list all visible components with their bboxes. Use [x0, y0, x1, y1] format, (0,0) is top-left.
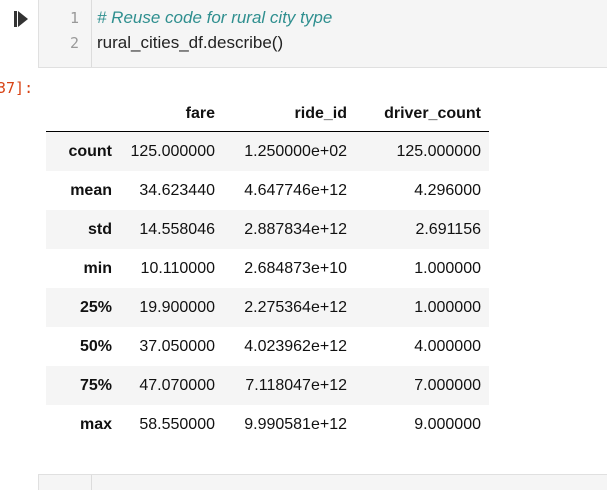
row-index: min [83, 259, 112, 277]
code-cell-editor[interactable]: 1 2 # Reuse code for rural city type rur… [38, 0, 607, 68]
cell-fare: 10.110000 [140, 259, 215, 277]
row-index: 25% [79, 298, 112, 316]
table-row: std 14.558046 2.887834e+12 2.691156 [46, 210, 489, 249]
cell-ride-id: 4.647746e+12 [244, 181, 347, 199]
notebook-view: 1 2 # Reuse code for rural city type rur… [0, 0, 607, 490]
cell-fare: 37.050000 [139, 337, 215, 355]
table-row: 75% 47.070000 7.118047e+12 7.000000 [46, 366, 489, 405]
next-code-cell[interactable] [38, 474, 607, 490]
index-header [46, 96, 120, 132]
column-header-fare: fare [120, 96, 223, 132]
line-number: 1 [69, 9, 79, 27]
table-row: 25% 19.900000 2.275364e+12 1.000000 [46, 288, 489, 327]
cell-ride-id: 7.118047e+12 [245, 376, 347, 394]
table-row: mean 34.623440 4.647746e+12 4.296000 [46, 171, 489, 210]
line-number: 2 [69, 34, 79, 52]
row-index: max [79, 415, 112, 433]
cell-driver-count: 9.000000 [414, 415, 481, 433]
cell-ride-id: 2.684873e+10 [244, 259, 347, 277]
run-cell-icon[interactable] [14, 9, 30, 29]
row-index: mean [70, 181, 112, 199]
cell-ride-id: 2.887834e+12 [244, 220, 347, 238]
cell-fare: 14.558046 [139, 220, 215, 238]
column-header-driver-count: driver_count [355, 96, 489, 132]
line-number-gutter [39, 475, 92, 490]
cell-fare: 125.000000 [130, 142, 215, 160]
row-index: count [68, 142, 112, 160]
code-line-comment[interactable]: # Reuse code for rural city type [97, 8, 332, 28]
row-index: std [88, 220, 112, 238]
line-number-gutter: 1 2 [39, 0, 92, 67]
table-row: count 125.000000 1.250000e+02 125.000000 [46, 131, 489, 171]
cell-ride-id: 4.023962e+12 [244, 337, 347, 355]
cell-driver-count: 1.000000 [414, 259, 481, 277]
cell-ride-id: 9.990581e+12 [244, 415, 347, 433]
output-prompt: 37]: [0, 79, 34, 97]
column-header-ride-id: ride_id [223, 96, 355, 132]
describe-output-table: fare ride_id driver_count count 125.0000… [46, 96, 489, 444]
table-header-row: fare ride_id driver_count [46, 96, 489, 132]
cell-ride-id: 2.275364e+12 [244, 298, 347, 316]
cell-driver-count: 125.000000 [396, 142, 481, 160]
cell-fare: 47.070000 [139, 376, 215, 394]
cell-driver-count: 7.000000 [414, 376, 481, 394]
code-line[interactable]: rural_cities_df.describe() [97, 33, 283, 53]
cell-driver-count: 4.000000 [414, 337, 481, 355]
row-index: 75% [79, 376, 112, 394]
table-row: min 10.110000 2.684873e+10 1.000000 [46, 249, 489, 288]
cell-driver-count: 2.691156 [415, 220, 481, 238]
row-index: 50% [79, 337, 112, 355]
table-row: 50% 37.050000 4.023962e+12 4.000000 [46, 327, 489, 366]
cell-fare: 19.900000 [139, 298, 215, 316]
cell-ride-id: 1.250000e+02 [244, 142, 347, 160]
cell-fare: 34.623440 [139, 181, 215, 199]
cell-driver-count: 1.000000 [414, 298, 481, 316]
cell-fare: 58.550000 [139, 415, 215, 433]
table-row: max 58.550000 9.990581e+12 9.000000 [46, 405, 489, 444]
cell-driver-count: 4.296000 [414, 181, 481, 199]
